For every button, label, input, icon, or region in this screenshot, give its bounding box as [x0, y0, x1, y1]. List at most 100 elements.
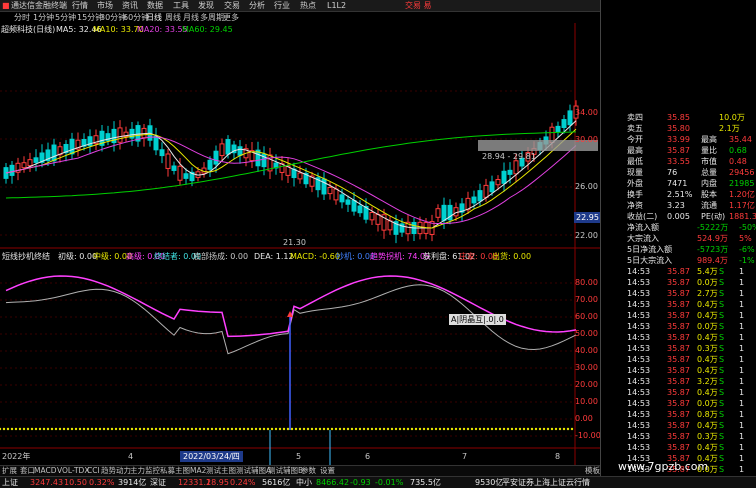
- period-tab[interactable]: 1分钟: [33, 12, 54, 23]
- zero-dot: [234, 427, 238, 431]
- indicator-tab[interactable]: VOL-TDX: [57, 466, 89, 476]
- menu-item-data[interactable]: 数据: [147, 0, 163, 11]
- indicator-tab[interactable]: 套口: [20, 466, 35, 476]
- period-tab[interactable]: 多周期: [200, 12, 224, 23]
- index-label[interactable]: 上证: [2, 477, 18, 488]
- candle-body: [333, 188, 339, 201]
- tick-row[interactable]: 14:53 35.87 0.0万 S 1: [601, 321, 756, 332]
- indicator-tab[interactable]: 测试辅图B: [268, 466, 303, 476]
- tick-n: 1: [739, 344, 745, 353]
- flow-value: -5222万: [697, 223, 729, 232]
- index-change: 28.95: [206, 478, 229, 487]
- zero-dot: [378, 427, 382, 431]
- tick-row[interactable]: 14:53 35.87 2.7万 S 1: [601, 288, 756, 299]
- quote-value: 33.99: [667, 135, 690, 144]
- tick-n: 1: [739, 399, 745, 408]
- tick-row[interactable]: 14:53 35.87 0.4万 S 1: [601, 354, 756, 365]
- period-tab[interactable]: 5分钟: [55, 12, 76, 23]
- zero-dot: [350, 427, 354, 431]
- indicator-tab[interactable]: MA2: [190, 466, 206, 476]
- indicator-tab[interactable]: 主力监控: [130, 466, 160, 476]
- tick-price: 35.87: [667, 377, 690, 386]
- menu-item-news[interactable]: 资讯: [122, 0, 138, 11]
- candle-body: [21, 162, 27, 169]
- zero-dot: [142, 427, 146, 431]
- zero-dot: [50, 427, 54, 431]
- period-tab[interactable]: 周线: [165, 12, 181, 23]
- period-tab[interactable]: 更多: [223, 12, 239, 23]
- tick-row[interactable]: 14:53 35.87 0.4万 S 1: [601, 332, 756, 343]
- tick-price: 35.87: [667, 421, 690, 430]
- tick-row[interactable]: 14:53 35.87 0.4万 S 1: [601, 310, 756, 321]
- indicator-tab[interactable]: 模板: [585, 466, 600, 476]
- period-tab[interactable]: 分时: [14, 12, 30, 23]
- menu-item-discover[interactable]: 发现: [198, 0, 214, 11]
- cursor-date: 2022/03/24/四: [180, 451, 243, 462]
- menu-item-tools[interactable]: 工具: [173, 0, 189, 11]
- indicator-tab[interactable]: CCI: [87, 466, 100, 476]
- indicator-tab[interactable]: 测试辅图A: [236, 466, 271, 476]
- tick-row[interactable]: 14:53 35.87 0.4万 S 1: [601, 387, 756, 398]
- tick-row[interactable]: 14:53 35.87 0.3万 S 1: [601, 431, 756, 442]
- tick-price: 35.87: [667, 410, 690, 419]
- indicator-axis-label: 50.00: [575, 329, 598, 338]
- indicator-tab[interactable]: MACD: [34, 466, 56, 476]
- flow-value: 524.9万: [697, 234, 728, 243]
- index-amount: 3914亿: [118, 478, 147, 487]
- candle-body: [345, 199, 351, 205]
- tick-time: 14:53: [627, 344, 651, 353]
- indicator-tab[interactable]: 趋势动力: [101, 466, 131, 476]
- tick-row[interactable]: 14:53 35.87 0.4万 S 1: [601, 365, 756, 376]
- candle-body: [555, 125, 561, 133]
- tick-n: 1: [739, 465, 745, 474]
- indicator-tab[interactable]: 私募主图: [160, 466, 190, 476]
- tick-row[interactable]: 14:53 35.87 0.4万 S 1: [601, 420, 756, 431]
- quote-row: 最高 35.87 量比 0.68: [601, 145, 756, 156]
- candle-body: [33, 157, 39, 163]
- menu-item-industry[interactable]: 行业: [274, 0, 290, 11]
- menu-item-quote[interactable]: 行情: [72, 0, 88, 11]
- tick-row[interactable]: 14:53 35.87 5.4万 S 1: [601, 266, 756, 277]
- tick-bs: S: [719, 454, 725, 463]
- index-label[interactable]: 深证: [150, 477, 166, 488]
- indicator-tab[interactable]: 设置: [320, 466, 335, 476]
- tick-row[interactable]: 14:53 35.87 0.4万 S 1: [601, 442, 756, 453]
- zero-dot: [522, 427, 526, 431]
- menu-item-analysis[interactable]: 分析: [249, 0, 265, 11]
- candle-body: [561, 119, 567, 129]
- tick-row[interactable]: 14:53 35.87 0.4万 S 1: [601, 299, 756, 310]
- index-value: 8466.42: [316, 478, 350, 487]
- zero-dot: [482, 427, 486, 431]
- index-label[interactable]: 中小: [296, 477, 312, 488]
- tick-row[interactable]: 14:53 35.87 0.8万S 1: [601, 409, 756, 420]
- menu-item-trade[interactable]: 交易: [224, 0, 240, 11]
- trade-link[interactable]: 交易 易: [405, 0, 432, 11]
- tick-row[interactable]: 14:53 35.87 0.3万 S 1: [601, 343, 756, 354]
- quote-label: 流通: [701, 201, 717, 210]
- tick-time: 14:53: [627, 432, 651, 441]
- zero-dot: [542, 427, 546, 431]
- indicator-tab[interactable]: 参数: [301, 466, 316, 476]
- period-tab-active[interactable]: 日线: [146, 12, 162, 23]
- period-tab[interactable]: 月线: [183, 12, 199, 23]
- flow-pct: -1%: [739, 256, 755, 265]
- tick-row[interactable]: 14:53 35.87 0.0万 S 1: [601, 277, 756, 288]
- tick-row[interactable]: 14:53 35.87 0.0万 S 1: [601, 398, 756, 409]
- zero-dot: [54, 427, 58, 431]
- menu-item-hot[interactable]: 热点: [300, 0, 316, 11]
- indicator-tab[interactable]: 测试主图: [206, 466, 236, 476]
- indicator-line-magenta: [5, 275, 577, 338]
- menu-item-market[interactable]: 市场: [97, 0, 113, 11]
- tick-time: 14:53: [627, 322, 651, 331]
- menu-item-l1l2[interactable]: L1L2: [327, 0, 346, 11]
- zero-dot: [510, 427, 514, 431]
- tick-vol: 0.3万: [697, 432, 718, 441]
- tick-time: 14:53: [627, 377, 651, 386]
- indicator-tab-bar: 扩展 套口 MACD VOL-TDX CCI 趋势动力 主力监控 私募主图 MA2 测试主图 测试辅…: [0, 465, 600, 476]
- flow-label: 净流入额: [627, 223, 659, 232]
- tick-row[interactable]: 14:53 35.87 3.2万 S 1: [601, 376, 756, 387]
- chart-area[interactable]: 超频科技(日线) MA5: 32.46 MA10: 33.70 MA20: 33…: [0, 23, 601, 483]
- indicator-tab[interactable]: 扩展: [2, 466, 17, 476]
- candle-body: [507, 169, 513, 175]
- quote-row: 卖五 35.80 2.1万: [601, 123, 756, 134]
